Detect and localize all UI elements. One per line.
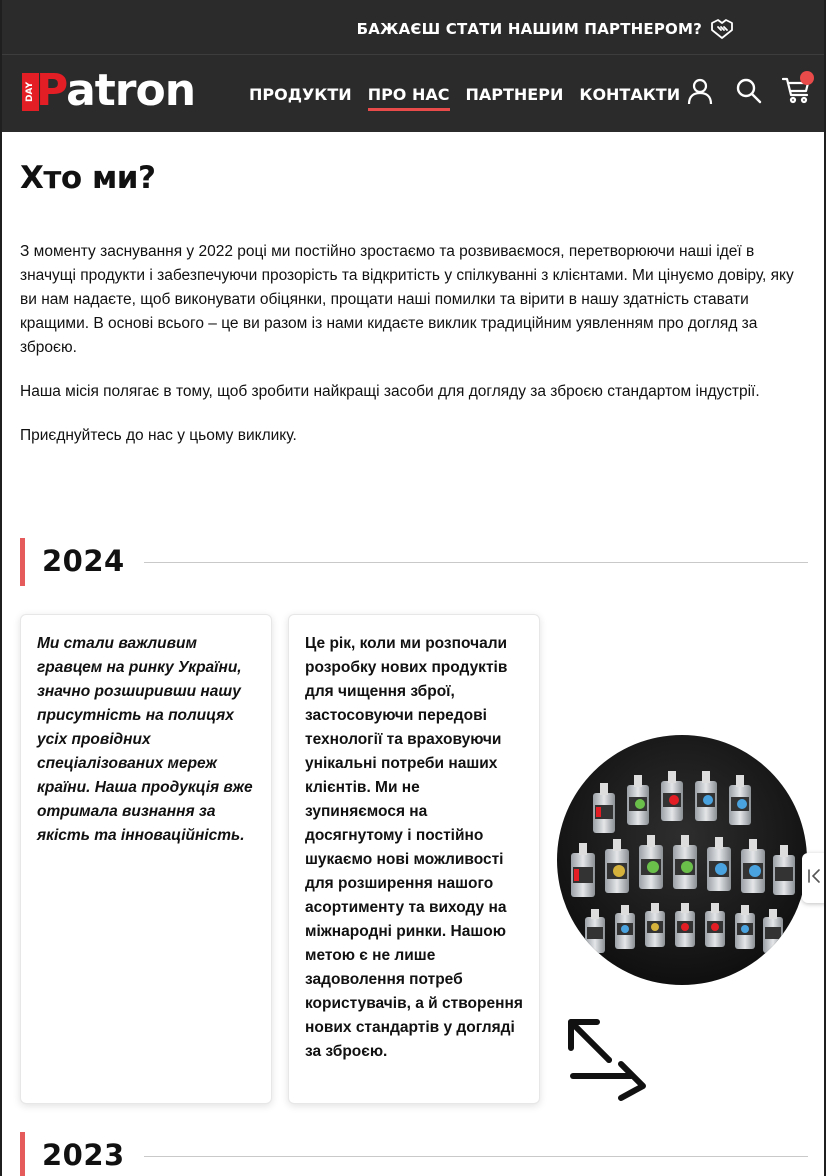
menu-item-contacts[interactable]: КОНТАКТИ [579, 85, 680, 111]
year-label: 2024 [42, 544, 125, 578]
timeline-card-2-text: Це рік, коли ми розпочали розробку нових… [305, 635, 523, 1060]
about-section: Хто ми? З моменту заснування у 2022 році… [20, 132, 810, 448]
main-menu: ПРОДУКТИ ПРО НАС ПАРТНЕРИ КОНТАКТИ [249, 85, 696, 111]
bottle-row-middle [571, 835, 795, 897]
logo-letter: P [36, 65, 67, 116]
bottle-row-bottom [585, 903, 783, 953]
logo-rest: atron [66, 65, 196, 116]
menu-item-about[interactable]: ПРО НАС [367, 85, 450, 111]
logo-wordmark: Patron [36, 65, 196, 116]
bottle-row-top [593, 771, 751, 833]
user-icon[interactable] [686, 77, 714, 109]
year-label: 2023 [42, 1138, 125, 1172]
timeline-card-2: Це рік, коли ми розпочали розробку нових… [288, 614, 540, 1104]
main-navbar: DAY Patron ПРОДУКТИ ПРО НАС ПАРТНЕРИ КОН… [2, 55, 824, 132]
about-paragraph-3: Приєднуйтесь до нас у цьому виклику. [20, 427, 297, 444]
cart-icon[interactable] [781, 71, 814, 109]
timeline-card-1-text: Ми стали важливим гравцем на ринку Украї… [37, 635, 253, 844]
year-accent-bar [20, 538, 25, 586]
patron-logo[interactable]: DAY Patron [22, 65, 204, 116]
page-title: Хто ми? [20, 160, 156, 196]
expand-arrow-icon[interactable] [559, 1012, 651, 1106]
year-header-2024: 2024 [20, 538, 808, 586]
side-collapse-tab[interactable] [802, 853, 824, 903]
menu-item-products[interactable]: ПРОДУКТИ [249, 85, 352, 111]
partner-link-text: БАЖАЄШ СТАТИ НАШИМ ПАРТНЕРОМ? [356, 20, 702, 38]
about-paragraph-2: Наша місія полягає в тому, щоб зробити н… [20, 383, 760, 400]
about-paragraph-1: З моменту заснування у 2022 році ми пост… [20, 243, 794, 356]
cart-badge [800, 71, 814, 85]
collapse-arrows-icon [807, 868, 821, 888]
handshake-icon [710, 18, 734, 40]
timeline-card-1: Ми стали важливим гравцем на ринку Украї… [20, 614, 272, 1104]
year-accent-bar [20, 1132, 25, 1176]
become-partner-link[interactable]: БАЖАЄШ СТАТИ НАШИМ ПАРТНЕРОМ? [357, 18, 734, 40]
products-photo[interactable] [557, 735, 807, 985]
year-divider [144, 1156, 808, 1157]
year-divider [144, 562, 808, 563]
menu-item-partners[interactable]: ПАРТНЕРИ [466, 85, 564, 111]
top-bar: БАЖАЄШ СТАТИ НАШИМ ПАРТНЕРОМ? [2, 0, 824, 55]
search-icon[interactable] [735, 77, 763, 109]
year-header-2023: 2023 [20, 1132, 808, 1176]
page-frame: БАЖАЄШ СТАТИ НАШИМ ПАРТНЕРОМ? DAY Patron… [0, 0, 826, 1176]
